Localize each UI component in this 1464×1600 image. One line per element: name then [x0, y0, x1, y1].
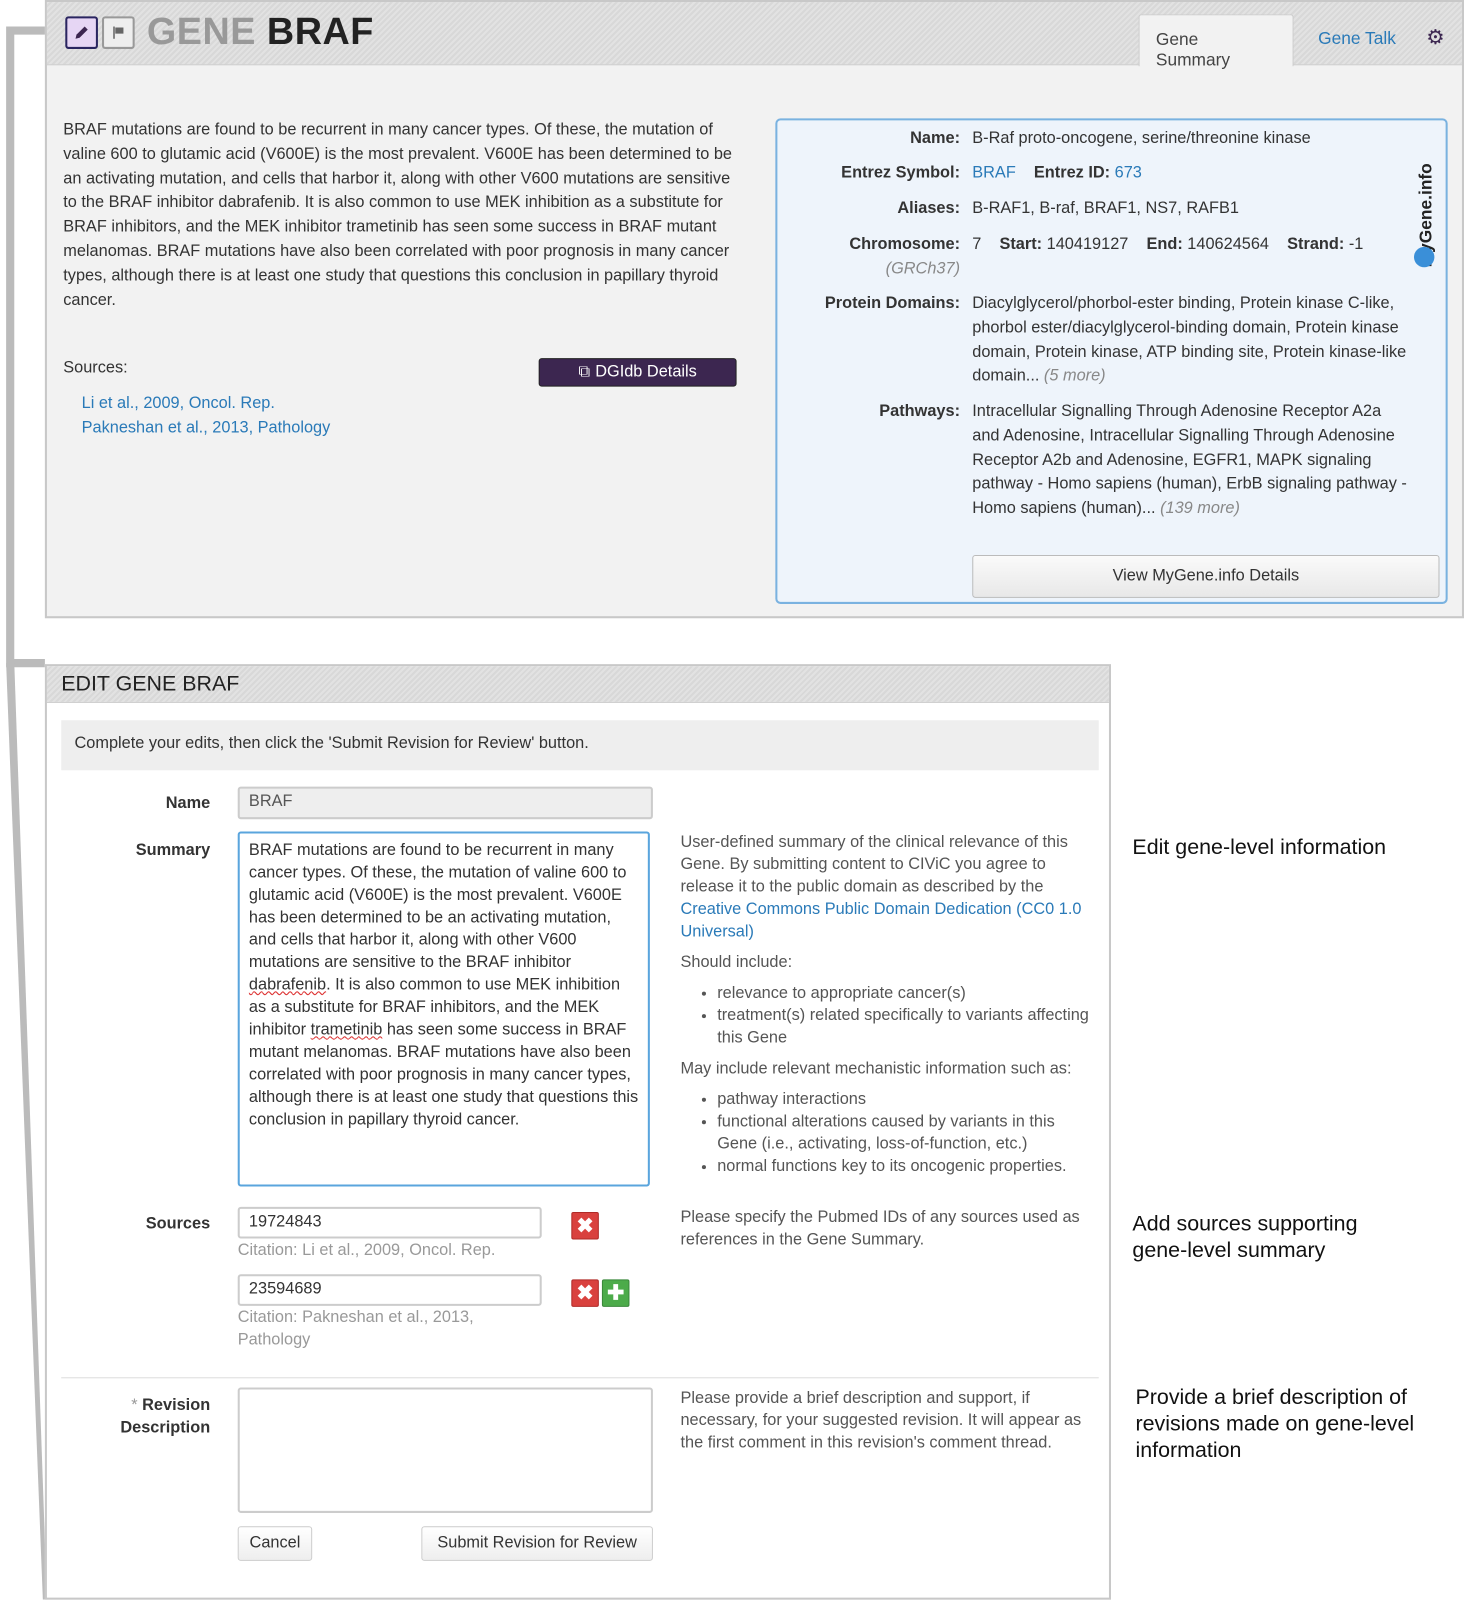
- source-link[interactable]: Pakneshan et al., 2013, Pathology: [82, 419, 331, 437]
- summary-label: Summary: [135, 841, 211, 860]
- may-include: May include relevant mechanistic informa…: [680, 1059, 1072, 1078]
- pathways-label: Pathways:: [879, 402, 961, 421]
- start: 140419127: [1046, 235, 1129, 254]
- sources-label: Sources: [145, 1215, 211, 1233]
- annotation-revision: Provide a brief description of revisions…: [1135, 1385, 1415, 1462]
- chromosome-label: Chromosome:: [849, 235, 961, 254]
- revision-description-label: * Revision Description: [120, 1396, 211, 1437]
- sources-label: Sources:: [63, 359, 128, 377]
- entrez-symbol-label: Entrez Symbol:: [841, 164, 961, 182]
- flag-icon[interactable]: [102, 16, 135, 49]
- start-label: Start:: [999, 235, 1043, 254]
- strand: -1: [1348, 235, 1364, 254]
- dgidb-label: DGIdb Details: [595, 363, 697, 381]
- page-title: GENE BRAF: [147, 10, 374, 53]
- annotation-edit-info: Edit gene-level information: [1132, 835, 1387, 860]
- tab-gene-summary[interactable]: Gene Summary: [1138, 14, 1294, 69]
- cc0-link[interactable]: Creative Commons Public Domain Dedicatio…: [680, 901, 1081, 941]
- pathways-more[interactable]: (139 more): [1160, 500, 1240, 517]
- title-gene: BRAF: [266, 10, 374, 53]
- remove-source-button[interactable]: ✖: [571, 1279, 599, 1307]
- source-pmid-input[interactable]: 23594689: [237, 1274, 542, 1306]
- external-link-icon: ⧉: [578, 363, 591, 381]
- gene-summary-panel: GENE BRAF Gene Summary Gene Talk ⚙ BRAF …: [44, 0, 1464, 619]
- sources-help: Please specify the Pubmed IDs of any sou…: [680, 1208, 1080, 1249]
- edit-pencil-icon[interactable]: [65, 16, 98, 49]
- chromosome: 7: [972, 235, 982, 254]
- summary-help: User-defined summary of the clinical rel…: [680, 831, 1098, 1186]
- instructions: Complete your edits, then click the 'Sub…: [61, 720, 1099, 771]
- divider: [61, 1377, 1099, 1379]
- source-link[interactable]: Li et al., 2009, Oncol. Rep.: [82, 395, 275, 413]
- submit-revision-button[interactable]: Submit Revision for Review: [421, 1526, 653, 1561]
- tab-gene-talk[interactable]: Gene Talk: [1302, 14, 1412, 66]
- gene-header: GENE BRAF Gene Summary Gene Talk ⚙: [46, 2, 1462, 69]
- source-citation: Citation: Pakneshan et al., 2013, Pathol…: [237, 1308, 474, 1349]
- list-item: pathway interactions: [717, 1089, 1099, 1111]
- gene-name: B-Raf proto-oncogene, serine/threonine k…: [972, 129, 1311, 147]
- should-include: Should include:: [680, 953, 793, 972]
- edit-gene-panel: EDIT GENE BRAF Complete your edits, then…: [44, 664, 1111, 1600]
- source-citation: Citation: Li et al., 2009, Oncol. Rep.: [237, 1241, 496, 1259]
- assembly: (GRCh37): [885, 260, 961, 278]
- name-label: Name: [165, 794, 211, 813]
- list-item: functional alterations caused by variant…: [717, 1111, 1099, 1156]
- list-item: relevance to appropriate cancer(s): [717, 982, 1099, 1004]
- list-item: normal functions key to its oncogenic pr…: [717, 1156, 1099, 1178]
- domains-label: Protein Domains:: [824, 294, 961, 313]
- add-source-button[interactable]: ✚: [601, 1279, 630, 1307]
- title-prefix: GENE: [146, 10, 256, 53]
- aliases: B-RAF1, B-raf, BRAF1, NS7, RAFB1: [972, 199, 1239, 218]
- name-label: Name:: [910, 129, 961, 147]
- domains-more[interactable]: (5 more): [1044, 368, 1106, 385]
- entrez-symbol-link[interactable]: BRAF: [972, 164, 1016, 181]
- source-pmid-input[interactable]: 19724843: [237, 1206, 542, 1239]
- end-label: End:: [1146, 235, 1183, 254]
- revision-help: Please provide a brief description and s…: [680, 1389, 1082, 1452]
- entrez-id-link[interactable]: 673: [1115, 164, 1142, 181]
- summary-textarea[interactable]: BRAF mutations are found to be recurrent…: [237, 831, 650, 1187]
- end: 140624564: [1187, 235, 1270, 254]
- cancel-button[interactable]: Cancel: [237, 1526, 313, 1561]
- view-mygene-details-button[interactable]: View MyGene.info Details: [972, 554, 1440, 598]
- name-field[interactable]: BRAF: [237, 786, 653, 820]
- annotation-add-sources: Add sources supporting gene-level summar…: [1132, 1211, 1358, 1262]
- gene-description: BRAF mutations are found to be recurrent…: [63, 121, 732, 309]
- strand-label: Strand:: [1287, 235, 1345, 254]
- revision-description-textarea[interactable]: [237, 1387, 653, 1513]
- entrez-id-label: Entrez ID:: [1033, 164, 1111, 182]
- gear-icon[interactable]: ⚙: [1426, 24, 1444, 50]
- dgidb-details-button[interactable]: ⧉ DGIdb Details: [538, 358, 737, 387]
- edit-panel-title: EDIT GENE BRAF: [46, 666, 1109, 703]
- remove-source-button[interactable]: ✖: [571, 1211, 599, 1240]
- aliases-label: Aliases:: [897, 199, 961, 218]
- protein-domains: Diacylglycerol/phorbol-ester binding, Pr…: [972, 294, 1407, 386]
- mygene-info-panel: MyGene.info Name: B-Raf proto-oncogene, s…: [775, 118, 1448, 604]
- list-item: treatment(s) related specifically to var…: [717, 1005, 1099, 1050]
